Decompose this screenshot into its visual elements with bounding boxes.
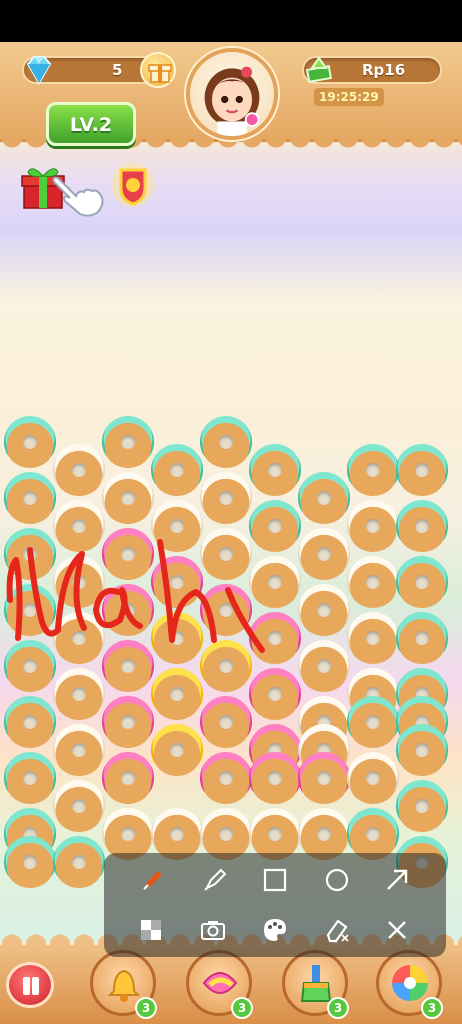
rectangle-icon: [263, 868, 287, 892]
mint-donut[interactable]: [396, 724, 448, 776]
marker-tool-button[interactable]: [198, 863, 232, 897]
cream-donut[interactable]: [53, 668, 105, 720]
circle-tool-button[interactable]: [320, 863, 354, 897]
cream-donut[interactable]: [347, 752, 399, 804]
pink-donut[interactable]: [298, 752, 350, 804]
eraser-tool-button[interactable]: [320, 913, 354, 947]
palette-icon: [264, 919, 286, 941]
yellow-donut[interactable]: [151, 724, 203, 776]
mint-donut[interactable]: [396, 556, 448, 608]
eraser-icon: [326, 919, 349, 943]
pink-donut[interactable]: [102, 752, 154, 804]
pink-donut[interactable]: [249, 668, 301, 720]
yellow-donut[interactable]: [151, 668, 203, 720]
mint-donut[interactable]: [4, 696, 56, 748]
close-toolbar-button[interactable]: [380, 913, 414, 947]
mint-donut[interactable]: [4, 752, 56, 804]
rectangle-tool-button[interactable]: [258, 863, 292, 897]
mint-donut[interactable]: [396, 500, 448, 552]
game-screen: 5 Rp16 19:25:29 LV.2 3 3 3 3: [0, 0, 462, 1024]
close-icon: [388, 921, 406, 939]
mint-donut[interactable]: [4, 472, 56, 524]
booster-brush[interactable]: 3: [282, 950, 349, 1019]
circle-icon: [325, 868, 349, 892]
booster-count: 3: [231, 997, 253, 1019]
palette-tool-button[interactable]: [258, 913, 292, 947]
pen-tool-button[interactable]: [136, 863, 170, 897]
pink-donut[interactable]: [200, 696, 252, 748]
cream-donut[interactable]: [53, 444, 105, 496]
mint-donut[interactable]: [4, 836, 56, 888]
cream-donut[interactable]: [53, 780, 105, 832]
mint-donut[interactable]: [249, 444, 301, 496]
cream-donut[interactable]: [347, 612, 399, 664]
mosaic-icon: [141, 920, 161, 940]
cream-donut[interactable]: [200, 472, 252, 524]
mint-donut[interactable]: [298, 472, 350, 524]
cream-donut[interactable]: [102, 472, 154, 524]
mint-donut[interactable]: [102, 416, 154, 468]
booster-candy[interactable]: 3: [186, 950, 253, 1019]
booster-count: 3: [327, 997, 349, 1019]
marker-icon: [204, 868, 227, 891]
arrow-icon: [387, 869, 408, 890]
drawing-toolbar: [104, 853, 446, 957]
pink-donut[interactable]: [249, 752, 301, 804]
mint-donut[interactable]: [347, 444, 399, 496]
cream-donut[interactable]: [298, 528, 350, 580]
cream-donut[interactable]: [53, 724, 105, 776]
camera-tool-button[interactable]: [196, 913, 230, 947]
cream-donut[interactable]: [347, 500, 399, 552]
mint-donut[interactable]: [396, 612, 448, 664]
mint-donut[interactable]: [151, 444, 203, 496]
mint-donut[interactable]: [396, 444, 448, 496]
booster-count: 3: [421, 997, 443, 1019]
pen-icon: [143, 871, 162, 890]
annotation-scribble: [6, 539, 265, 653]
booster-count: 3: [135, 997, 157, 1019]
cream-donut[interactable]: [298, 584, 350, 636]
mint-donut[interactable]: [396, 780, 448, 832]
mint-donut[interactable]: [347, 696, 399, 748]
pink-donut[interactable]: [200, 752, 252, 804]
arrow-tool-button[interactable]: [380, 863, 414, 897]
mosaic-tool-button[interactable]: [134, 913, 168, 947]
mint-donut[interactable]: [53, 836, 105, 888]
camera-icon: [201, 921, 225, 940]
cream-donut[interactable]: [347, 556, 399, 608]
booster-bell[interactable]: 3: [90, 950, 157, 1019]
mint-donut[interactable]: [4, 416, 56, 468]
pause-button[interactable]: [6, 962, 54, 1008]
cream-donut[interactable]: [298, 640, 350, 692]
booster-rainbow[interactable]: 3: [376, 950, 443, 1019]
pink-donut[interactable]: [102, 696, 154, 748]
mint-donut[interactable]: [200, 416, 252, 468]
